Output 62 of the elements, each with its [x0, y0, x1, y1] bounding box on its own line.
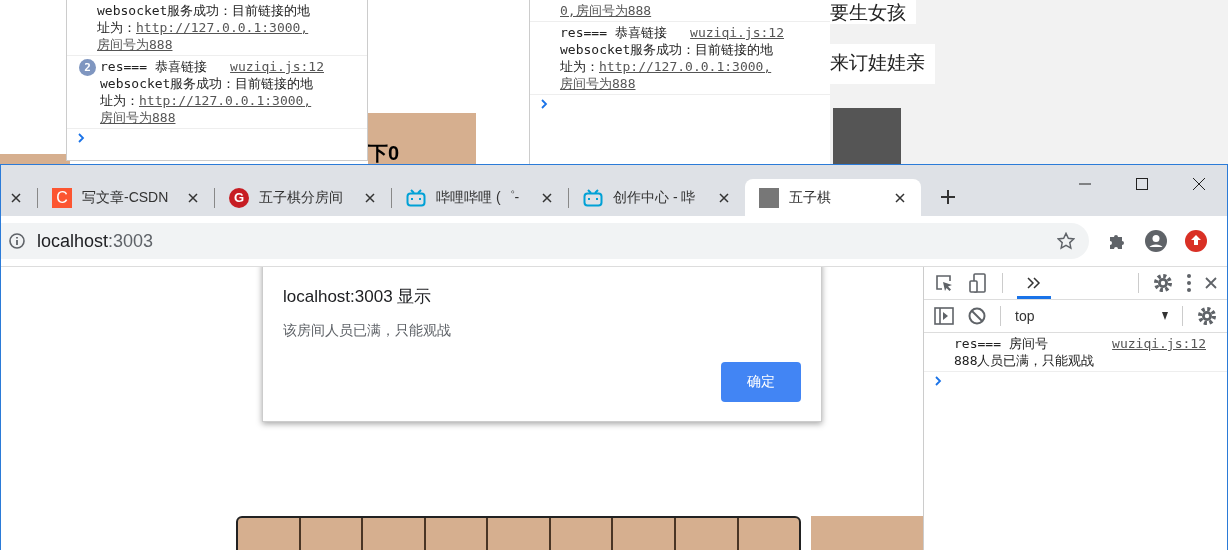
- tab-title: 五子棋分房间: [259, 188, 344, 207]
- ok-button[interactable]: 确定: [721, 362, 801, 402]
- maximize-icon[interactable]: [1136, 178, 1148, 190]
- dropdown-caret-icon: [1162, 312, 1168, 320]
- tv-icon: [406, 188, 426, 207]
- browser-tab[interactable]: 哔哩哔哩 (゜-: [392, 179, 568, 216]
- chat-bubble: 来订娃娃亲: [830, 44, 935, 84]
- log-message: res=== 恭喜链接: [560, 24, 667, 41]
- settings-icon[interactable]: [1197, 306, 1217, 326]
- kebab-menu-icon[interactable]: [1187, 274, 1191, 292]
- close-icon[interactable]: [365, 192, 375, 203]
- tab-title: 写文章-CSDN: [82, 188, 170, 207]
- chat-bubble: 要生女孩: [830, 0, 916, 24]
- dialog-title: localhost:3003 显示: [283, 286, 433, 308]
- double-chevron-icon: [1027, 277, 1041, 289]
- context-select[interactable]: top: [1015, 308, 1168, 324]
- tab-title: 创作中心 - 哔: [613, 188, 697, 207]
- close-icon[interactable]: [188, 192, 198, 203]
- url-text: localhost:3003: [37, 230, 155, 252]
- log-message: res=== 恭喜链接: [100, 58, 207, 75]
- browser-tab[interactable]: 创作中心 - 哔: [569, 179, 745, 216]
- sidebar-toggle-icon[interactable]: [934, 307, 954, 325]
- log-detail: 888人员已满，只能观战: [954, 352, 1096, 369]
- prompt-chevron-icon: [934, 376, 942, 386]
- device-icon[interactable]: [968, 273, 988, 293]
- close-icon[interactable]: [895, 192, 905, 203]
- log-detail: websocket服务成功：目前链接的地址为：http://127.0.0.1:3000,房间号为888: [560, 41, 775, 92]
- address-bar[interactable]: localhost:3003: [1, 223, 1089, 259]
- settings-icon[interactable]: [1153, 273, 1173, 293]
- tab-title: 五子棋: [789, 188, 832, 207]
- browser-tab[interactable]: 五子棋: [745, 179, 921, 216]
- prompt-chevron-icon: [540, 99, 548, 109]
- source-link[interactable]: wuziqi.js:12: [690, 24, 784, 41]
- star-icon[interactable]: [1057, 232, 1075, 250]
- g-logo-icon: G: [229, 187, 249, 208]
- close-icon[interactable]: [719, 192, 729, 203]
- photo-placeholder: [759, 187, 779, 208]
- tab-title: 哔哩哔哩 (゜-: [436, 188, 521, 207]
- repeat-count-badge: 2: [79, 59, 96, 76]
- log-detail: websocket服务成功：目前链接的地址为：http://127.0.0.1:3000,房间号为888: [100, 75, 315, 126]
- score-label: 下0: [368, 142, 400, 164]
- source-link[interactable]: wuziqi.js:12: [230, 58, 324, 75]
- dialog-message: 该房间人员已满，只能观战: [283, 322, 452, 340]
- close-icon[interactable]: [11, 192, 21, 203]
- log-message: res=== 房间号: [954, 335, 1048, 352]
- profile-icon[interactable]: [1145, 230, 1167, 252]
- close-icon[interactable]: [1205, 277, 1217, 289]
- info-icon: [9, 233, 25, 249]
- log-detail: websocket服务成功：目前链接的地址为：http://127.0.0.1:3000,房间号为888: [97, 2, 312, 53]
- new-tab-icon[interactable]: [941, 190, 955, 204]
- inspect-icon[interactable]: [934, 273, 954, 293]
- browser-tab[interactable]: G 五子棋分房间: [215, 179, 391, 216]
- browser-tab[interactable]: C 写文章-CSDN: [38, 179, 214, 216]
- block-icon[interactable]: [968, 307, 986, 325]
- close-icon[interactable]: [542, 192, 552, 203]
- c-logo-icon: C: [52, 187, 72, 208]
- log-detail: 0,房间号为888: [560, 2, 653, 19]
- tv-icon: [583, 188, 603, 207]
- close-icon[interactable]: [1193, 178, 1205, 190]
- prompt-chevron-icon: [77, 133, 85, 143]
- photo-placeholder: [833, 108, 901, 166]
- source-link[interactable]: wuziqi.js:12: [1112, 335, 1206, 352]
